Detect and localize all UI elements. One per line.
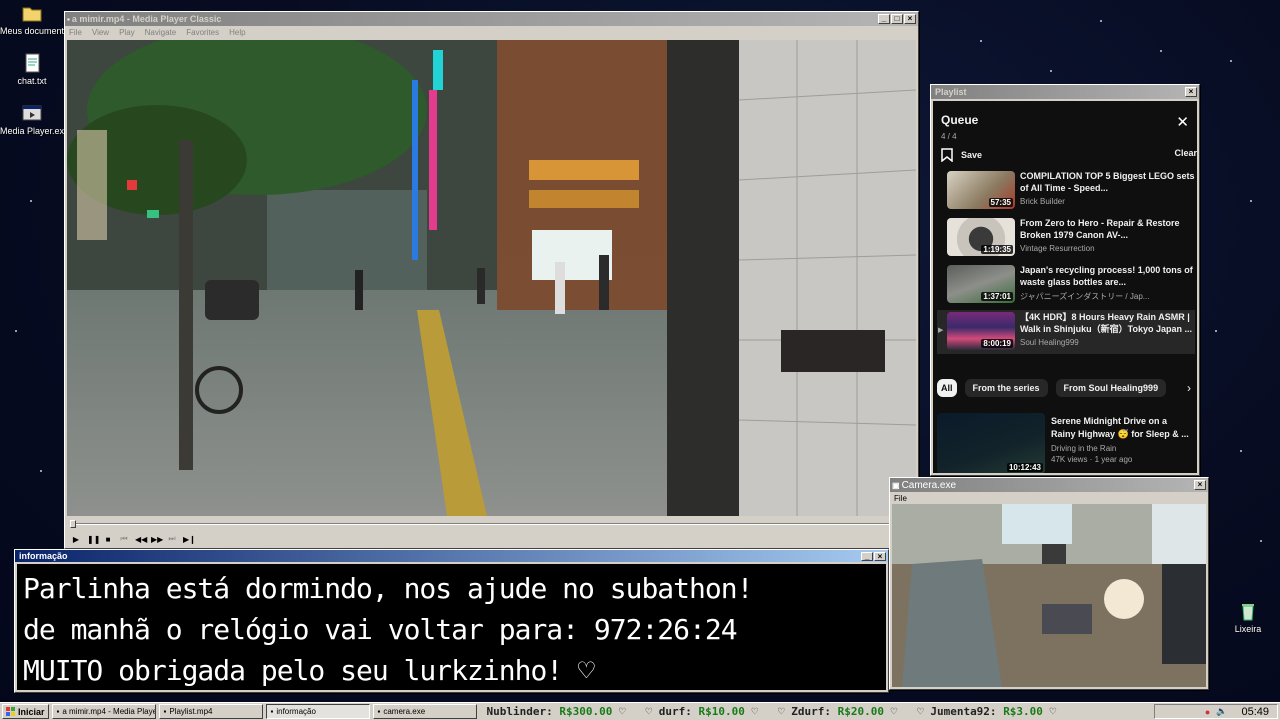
info-line: Parlinha está dormindo, nos ajude no sub… <box>23 572 753 605</box>
queue-item[interactable]: 57:35 COMPILATION TOP 5 Biggest LEGO set… <box>947 169 1197 213</box>
playback-controls: ▶ ❚❚ ■ ⏮ ◀◀ ▶▶ ⏭ ▶❙ 🔈 <box>67 531 916 547</box>
queue-title: Queue <box>941 113 979 127</box>
video-thumbnail: 57:35 <box>947 171 1015 209</box>
rewind-icon[interactable]: ◀◀ <box>135 535 147 544</box>
text-file-icon <box>21 52 43 74</box>
heart-icon: ♡ <box>1049 704 1057 718</box>
heart-icon: ♡ <box>777 704 785 718</box>
heart-icon: ♡ <box>645 704 653 718</box>
task-camera[interactable]: ▪ camera.exe <box>372 704 477 719</box>
chip-all[interactable]: All <box>937 379 957 397</box>
seek-bar[interactable] <box>67 519 916 529</box>
playlist-titlebar[interactable]: Playlist × <box>931 85 1199 99</box>
heart-icon: ♡ <box>890 704 898 718</box>
queue-count: 4 / 4 <box>941 132 957 141</box>
info-minimize-button[interactable]: _ <box>861 551 873 561</box>
play-icon[interactable]: ▶ <box>71 535 81 544</box>
system-tray: ● 🔈 05:49 <box>1154 704 1278 719</box>
desktop-icon-my-documents[interactable]: Meus documentos <box>0 2 74 36</box>
video-frame[interactable] <box>67 40 916 516</box>
minimize-button[interactable]: _ <box>878 14 890 24</box>
youtube-queue-panel: Queue 4 / 4 ✕ Save Clear 57:35 COMPILATI… <box>933 101 1197 473</box>
camera-close-button[interactable]: × <box>1194 480 1206 490</box>
menu-play[interactable]: Play <box>119 28 135 37</box>
tray-volume-icon[interactable]: 🔈 <box>1216 706 1227 717</box>
task-informacao[interactable]: ▪ informação <box>265 704 370 719</box>
tray-network-icon[interactable]: ● <box>1205 707 1210 717</box>
info-titlebar[interactable]: informação _ × <box>15 550 888 562</box>
task-media-player[interactable]: ▪ a mimir.mp4 - Media Playe... <box>51 704 156 719</box>
info-line: MUITO obrigada pelo seu lurkzinho! ♡ <box>23 654 595 687</box>
stop-icon[interactable]: ■ <box>103 535 113 544</box>
media-player-window[interactable]: ▪ a mimir.mp4 - Media Player Classic _ □… <box>64 11 919 549</box>
skip-back-icon[interactable]: ⏮ <box>119 534 129 544</box>
webcam-feed <box>892 504 1206 687</box>
desktop-icon-recycle-bin[interactable]: Lixeira <box>1216 600 1280 634</box>
now-playing-icon: ▶ <box>938 327 944 334</box>
seek-thumb[interactable] <box>70 520 76 528</box>
bookmark-icon <box>941 148 953 162</box>
bedroom-scene <box>892 504 1206 687</box>
queue-item[interactable]: 1:19:35 From Zero to Hero - Repair & Res… <box>947 216 1197 260</box>
video-thumbnail: 1:37:01 <box>947 265 1015 303</box>
recommended-video[interactable]: 10:12:43 Serene Midnight Drive on a Rain… <box>937 413 1197 473</box>
camera-titlebar[interactable]: ▣ Camera.exe × <box>890 478 1208 492</box>
video-thumbnail: 10:12:43 <box>937 413 1045 473</box>
queue-item-now-playing[interactable]: ▶ 8:00:19 【4K HDR】8 Hours Heavy Rain ASM… <box>937 310 1195 354</box>
rainy-street-scene <box>67 40 916 516</box>
chevron-right-icon[interactable]: › <box>1187 381 1191 395</box>
queue-close-icon[interactable]: ✕ <box>1176 113 1189 131</box>
filter-chips: All From the series From Soul Healing999 <box>937 379 1167 397</box>
media-player-menubar: File View Play Navigate Favorites Help <box>65 26 918 38</box>
info-line: de manhã o relógio vai voltar para: 972:… <box>23 613 738 646</box>
folder-icon <box>21 2 43 24</box>
media-player-titlebar[interactable]: ▪ a mimir.mp4 - Media Player Classic _ □… <box>65 12 918 26</box>
desktop-icon-chat-txt[interactable]: chat.txt <box>0 52 64 86</box>
menu-navigate[interactable]: Navigate <box>145 28 177 37</box>
heart-icon: ♡ <box>917 704 924 718</box>
info-window[interactable]: informação _ × Parlinha está dormindo, n… <box>14 549 889 693</box>
menu-view[interactable]: View <box>92 28 109 37</box>
clock[interactable]: 05:49 <box>1241 706 1269 718</box>
camera-menu-file[interactable]: File <box>894 494 907 503</box>
video-thumbnail: 8:00:19 <box>947 312 1015 350</box>
chip-from-channel[interactable]: From Soul Healing999 <box>1055 379 1167 397</box>
camera-window[interactable]: ▣ Camera.exe × File <box>889 477 1209 690</box>
desktop-icon-media-player[interactable]: Media Player.exe <box>0 102 69 136</box>
camera-app-icon: ▣ <box>892 480 900 490</box>
start-button[interactable]: Iniciar <box>2 704 49 719</box>
save-button[interactable]: Save <box>941 148 982 162</box>
chip-from-the-series[interactable]: From the series <box>964 379 1048 397</box>
pause-icon[interactable]: ❚❚ <box>87 535 100 544</box>
playlist-close-button[interactable]: × <box>1185 87 1197 97</box>
taskbar: Iniciar ▪ a mimir.mp4 - Media Playe... ▪ P… <box>0 702 1280 720</box>
windows-logo-icon <box>6 706 15 716</box>
skip-forward-icon[interactable]: ⏭ <box>167 534 177 544</box>
camera-menubar: File <box>890 492 1208 504</box>
info-message: Parlinha está dormindo, nos ajude no sub… <box>17 564 886 690</box>
media-player-icon: ▪ <box>56 707 60 716</box>
playlist-window[interactable]: Playlist × Queue 4 / 4 ✕ Save Clear 57:3… <box>930 84 1200 476</box>
menu-help[interactable]: Help <box>229 28 245 37</box>
frame-step-icon[interactable]: ▶❙ <box>183 535 196 544</box>
queue-item[interactable]: 1:37:01 Japan's recycling process! 1,000… <box>947 263 1197 307</box>
playlist-icon: ▪ <box>163 707 167 716</box>
donation-ticker: Nublinder: R$300.00 ♡ ♡ durf: R$10.00 ♡ … <box>486 704 1057 718</box>
maximize-button[interactable]: □ <box>891 14 903 24</box>
video-thumbnail: 1:19:35 <box>947 218 1015 256</box>
info-close-button[interactable]: × <box>874 551 886 561</box>
clear-button[interactable]: Clear <box>1174 148 1197 158</box>
exe-icon <box>21 102 43 124</box>
info-icon: ▪ <box>270 707 274 716</box>
menu-file[interactable]: File <box>69 28 82 37</box>
close-button[interactable]: × <box>904 14 916 24</box>
camera-icon: ▪ <box>377 707 381 716</box>
heart-icon: ♡ <box>751 704 759 718</box>
heart-icon: ♡ <box>618 704 626 718</box>
task-playlist[interactable]: ▪ Playlist.mp4 <box>158 704 263 719</box>
fast-forward-icon[interactable]: ▶▶ <box>151 535 163 544</box>
menu-favorites[interactable]: Favorites <box>186 28 219 37</box>
recycle-bin-icon <box>1237 600 1259 622</box>
